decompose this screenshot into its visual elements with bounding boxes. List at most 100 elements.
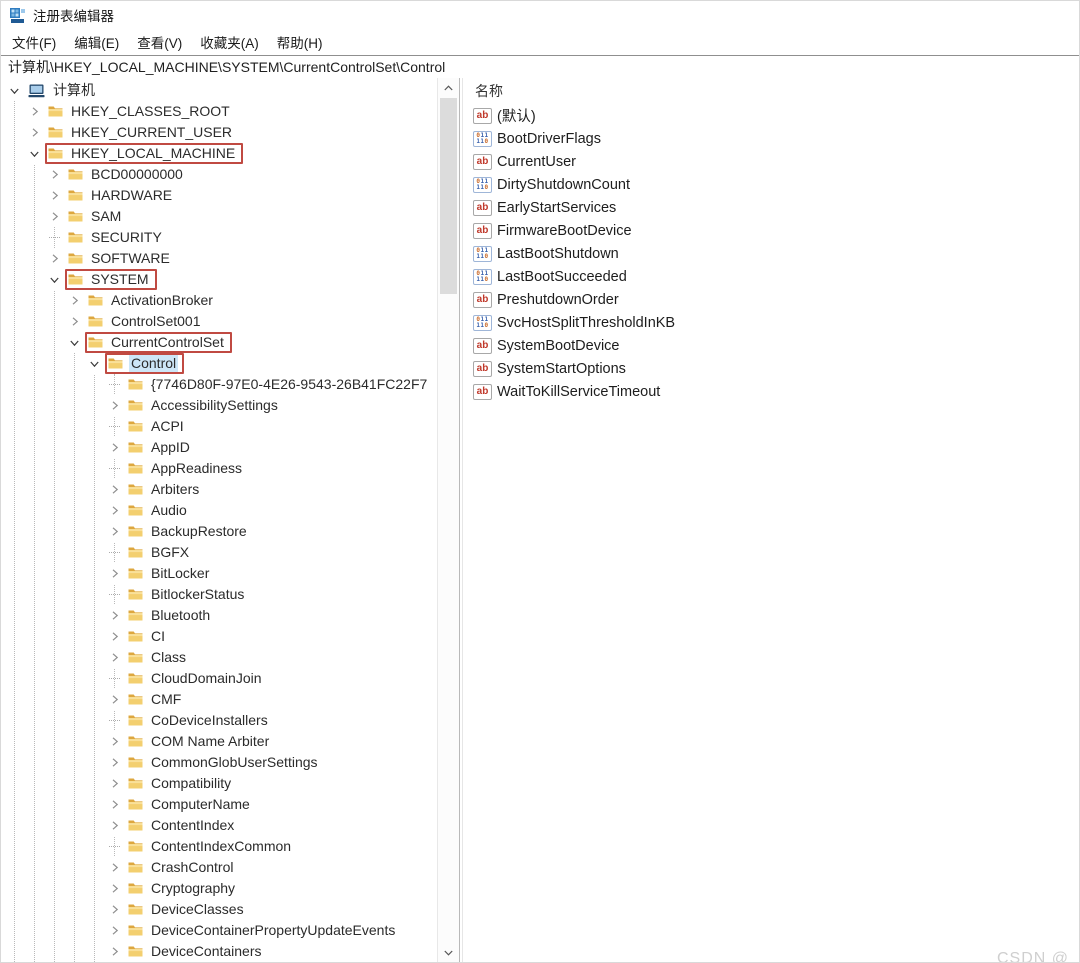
chevron-right-icon[interactable] — [108, 500, 121, 521]
tree-item[interactable]: AppID — [1, 437, 438, 458]
chevron-right-icon[interactable] — [108, 626, 121, 647]
tree-item[interactable]: Arbiters — [1, 479, 438, 500]
tree-item[interactable]: CloudDomainJoin — [1, 668, 438, 689]
address-bar[interactable]: 计算机\HKEY_LOCAL_MACHINE\SYSTEM\CurrentCon… — [1, 55, 1079, 79]
value-row[interactable]: 011110DirtyShutdownCount — [473, 173, 1079, 196]
value-row[interactable]: 011110LastBootSucceeded — [473, 265, 1079, 288]
tree-item[interactable]: COM Name Arbiter — [1, 731, 438, 752]
menu-item-4[interactable]: 帮助(H) — [268, 29, 332, 55]
chevron-right-icon[interactable] — [68, 290, 81, 311]
tree-item[interactable]: DeviceContainerPropertyUpdateEvents — [1, 920, 438, 941]
chevron-right-icon[interactable] — [108, 752, 121, 773]
chevron-down-icon[interactable] — [8, 80, 21, 101]
menu-item-2[interactable]: 查看(V) — [128, 29, 191, 55]
tree-item[interactable]: HKEY_CLASSES_ROOT — [1, 101, 438, 122]
chevron-right-icon[interactable] — [108, 899, 121, 920]
chevron-right-icon[interactable] — [48, 248, 61, 269]
tree-item[interactable]: SOFTWARE — [1, 248, 438, 269]
chevron-right-icon[interactable] — [68, 311, 81, 332]
value-row[interactable]: abPreshutdownOrder — [473, 288, 1079, 311]
chevron-right-icon[interactable] — [48, 164, 61, 185]
chevron-right-icon[interactable] — [28, 101, 41, 122]
value-row[interactable]: abCurrentUser — [473, 150, 1079, 173]
chevron-right-icon[interactable] — [108, 395, 121, 416]
chevron-right-icon[interactable] — [108, 437, 121, 458]
scroll-down-icon[interactable] — [438, 944, 459, 961]
tree-item[interactable]: Cryptography — [1, 878, 438, 899]
scrollbar-thumb[interactable] — [440, 98, 457, 294]
chevron-down-icon[interactable] — [88, 353, 101, 374]
tree-item[interactable]: Audio — [1, 500, 438, 521]
tree-item[interactable]: SECURITY — [1, 227, 438, 248]
tree-item[interactable]: HKEY_CURRENT_USER — [1, 122, 438, 143]
chevron-right-icon[interactable] — [108, 941, 121, 962]
tree-item[interactable]: SAM — [1, 206, 438, 227]
chevron-right-icon[interactable] — [108, 794, 121, 815]
tree-item[interactable]: BackupRestore — [1, 521, 438, 542]
tree-item[interactable]: HKEY_LOCAL_MACHINE — [1, 143, 438, 164]
value-row[interactable]: abFirmwareBootDevice — [473, 219, 1079, 242]
value-row[interactable]: 011110LastBootShutdown — [473, 242, 1079, 265]
chevron-right-icon[interactable] — [108, 731, 121, 752]
tree-item[interactable]: CoDeviceInstallers — [1, 710, 438, 731]
tree-item[interactable]: BCD00000000 — [1, 164, 438, 185]
value-row[interactable]: abSystemStartOptions — [473, 357, 1079, 380]
tree-item[interactable]: SYSTEM — [1, 269, 438, 290]
chevron-right-icon[interactable] — [108, 479, 121, 500]
chevron-right-icon[interactable] — [48, 206, 61, 227]
tree-item[interactable]: Control — [1, 353, 438, 374]
chevron-down-icon[interactable] — [68, 332, 81, 353]
tree-item[interactable]: CurrentControlSet — [1, 332, 438, 353]
value-row[interactable]: abWaitToKillServiceTimeout — [473, 380, 1079, 403]
tree-item[interactable]: BitLocker — [1, 563, 438, 584]
tree-item[interactable]: AppReadiness — [1, 458, 438, 479]
chevron-right-icon[interactable] — [108, 563, 121, 584]
tree-item[interactable]: CMF — [1, 689, 438, 710]
value-row[interactable]: ab(默认) — [473, 104, 1079, 127]
value-row[interactable]: abEarlyStartServices — [473, 196, 1079, 219]
chevron-right-icon[interactable] — [28, 122, 41, 143]
values-column-header-name[interactable]: 名称 — [473, 78, 1079, 104]
tree-item[interactable]: ControlSet001 — [1, 311, 438, 332]
tree-item[interactable]: BitlockerStatus — [1, 584, 438, 605]
chevron-right-icon[interactable] — [108, 815, 121, 836]
tree-item[interactable]: ContentIndex — [1, 815, 438, 836]
chevron-down-icon[interactable] — [28, 143, 41, 164]
value-row[interactable]: abSystemBootDevice — [473, 334, 1079, 357]
tree-item[interactable]: BGFX — [1, 542, 438, 563]
scroll-up-icon[interactable] — [438, 79, 459, 96]
tree-scrollbar[interactable] — [437, 78, 459, 962]
chevron-right-icon[interactable] — [108, 605, 121, 626]
chevron-right-icon[interactable] — [108, 689, 121, 710]
chevron-right-icon[interactable] — [48, 185, 61, 206]
menu-item-0[interactable]: 文件(F) — [3, 29, 65, 55]
tree-item[interactable]: ActivationBroker — [1, 290, 438, 311]
menu-item-3[interactable]: 收藏夹(A) — [191, 29, 268, 55]
value-row[interactable]: 011110SvcHostSplitThresholdInKB — [473, 311, 1079, 334]
chevron-right-icon[interactable] — [108, 647, 121, 668]
tree-item[interactable]: CI — [1, 626, 438, 647]
chevron-down-icon[interactable] — [48, 269, 61, 290]
value-row[interactable]: 011110BootDriverFlags — [473, 127, 1079, 150]
chevron-right-icon[interactable] — [108, 773, 121, 794]
tree-item[interactable]: 计算机 — [1, 80, 438, 101]
chevron-right-icon[interactable] — [108, 878, 121, 899]
tree-item[interactable]: DeviceContainers — [1, 941, 438, 962]
tree-item[interactable]: Compatibility — [1, 773, 438, 794]
tree-item[interactable]: ContentIndexCommon — [1, 836, 438, 857]
tree-item[interactable]: DeviceClasses — [1, 899, 438, 920]
tree-item[interactable]: Bluetooth — [1, 605, 438, 626]
tree-item[interactable]: AccessibilitySettings — [1, 395, 438, 416]
tree-item[interactable]: CrashControl — [1, 857, 438, 878]
menu-item-1[interactable]: 编辑(E) — [65, 29, 128, 55]
tree-item[interactable]: Class — [1, 647, 438, 668]
tree-item[interactable]: HARDWARE — [1, 185, 438, 206]
chevron-right-icon[interactable] — [108, 521, 121, 542]
tree-item[interactable]: ComputerName — [1, 794, 438, 815]
tree-item-body: DeviceClasses — [125, 899, 252, 920]
chevron-right-icon[interactable] — [108, 920, 121, 941]
tree-item[interactable]: {7746D80F-97E0-4E26-9543-26B41FC22F7 — [1, 374, 438, 395]
chevron-right-icon[interactable] — [108, 857, 121, 878]
tree-item[interactable]: CommonGlobUserSettings — [1, 752, 438, 773]
tree-item[interactable]: ACPI — [1, 416, 438, 437]
